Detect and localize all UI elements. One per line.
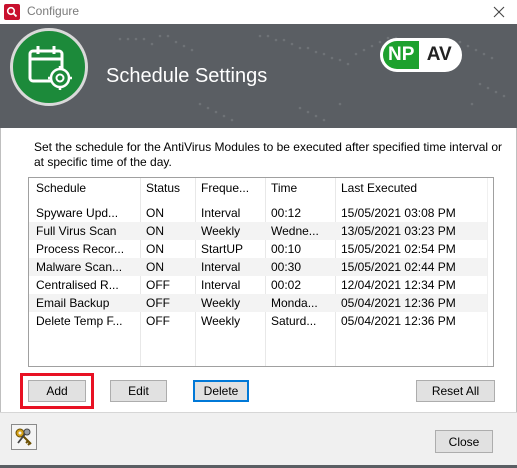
schedule-table[interactable]: Schedule Status Freque... Time Last Exec… [28, 177, 494, 367]
cell-frequency: Interval [201, 206, 241, 220]
reset-all-button[interactable]: Reset All [416, 380, 495, 402]
cell-frequency: Weekly [201, 224, 241, 238]
cell-time: 00:10 [271, 242, 302, 256]
table-row[interactable]: Delete Temp F... OFF Weekly Saturd... 05… [29, 312, 493, 330]
table-row[interactable]: Spyware Upd... ON Interval 00:12 15/05/2… [29, 204, 493, 222]
cell-frequency: Interval [201, 260, 241, 274]
cell-status: ON [146, 242, 164, 256]
cell-last-executed: 12/04/2021 12:34 PM [341, 278, 456, 292]
close-button[interactable]: Close [435, 430, 493, 453]
close-icon [493, 6, 505, 18]
cell-schedule: Email Backup [36, 296, 110, 310]
cell-status: OFF [146, 278, 170, 292]
add-button-highlight [20, 373, 94, 409]
cell-last-executed: 05/04/2021 12:36 PM [341, 296, 456, 310]
table-row[interactable]: Full Virus Scan ON Weekly Wedne... 13/05… [29, 222, 493, 240]
cell-time: 00:02 [271, 278, 302, 292]
column-header-time[interactable]: Time [271, 181, 297, 195]
edit-button[interactable]: Edit [110, 380, 167, 402]
cell-schedule: Centralised R... [36, 278, 119, 292]
cell-time: Saturd... [271, 314, 317, 328]
cell-time: 00:12 [271, 206, 302, 220]
column-header-schedule[interactable]: Schedule [36, 181, 86, 195]
cell-schedule: Spyware Upd... [36, 206, 119, 220]
column-header-last-executed[interactable]: Last Executed [341, 181, 417, 195]
table-scrollbar[interactable] [487, 178, 493, 366]
cell-frequency: Interval [201, 278, 241, 292]
cell-status: ON [146, 260, 164, 274]
cell-time: 00:30 [271, 260, 302, 274]
cell-status: ON [146, 224, 164, 238]
cell-frequency: Weekly [201, 314, 241, 328]
column-header-frequency[interactable]: Freque... [201, 181, 249, 195]
calendar-gear-icon [28, 46, 72, 90]
column-header-status[interactable]: Status [146, 181, 180, 195]
table-row[interactable]: Process Recor... ON StartUP 00:10 15/05/… [29, 240, 493, 258]
delete-button[interactable]: Delete [193, 380, 249, 402]
window-close-button[interactable] [489, 2, 509, 22]
brand-av: AV [419, 41, 459, 69]
cell-status: OFF [146, 314, 170, 328]
cell-frequency: Weekly [201, 296, 241, 310]
cell-last-executed: 13/05/2021 03:23 PM [341, 224, 456, 238]
cell-time: Monda... [271, 296, 318, 310]
cell-last-executed: 05/04/2021 12:36 PM [341, 314, 456, 328]
cell-schedule: Delete Temp F... [36, 314, 123, 328]
cell-schedule: Process Recor... [36, 242, 125, 256]
title-bar: Configure [0, 0, 517, 24]
table-row[interactable]: Email Backup OFF Weekly Monda... 05/04/2… [29, 294, 493, 312]
window-title: Configure [27, 4, 80, 18]
keys-button[interactable] [11, 424, 37, 450]
cell-last-executed: 15/05/2021 03:08 PM [341, 206, 456, 220]
page-title: Schedule Settings [106, 65, 268, 87]
cell-frequency: StartUP [201, 242, 244, 256]
keys-icon [15, 428, 32, 446]
table-row[interactable]: Malware Scan... ON Interval 00:30 15/05/… [29, 258, 493, 276]
cell-last-executed: 15/05/2021 02:44 PM [341, 260, 456, 274]
table-header: Schedule Status Freque... Time Last Exec… [29, 178, 493, 200]
description-text: Set the schedule for the AntiVirus Modul… [34, 140, 503, 169]
cell-last-executed: 15/05/2021 02:54 PM [341, 242, 456, 256]
cell-time: Wedne... [271, 224, 319, 238]
app-icon [4, 4, 20, 20]
cell-status: ON [146, 206, 164, 220]
cell-schedule: Malware Scan... [36, 260, 123, 274]
schedule-logo [10, 28, 88, 106]
cell-schedule: Full Virus Scan [36, 224, 117, 238]
table-row[interactable]: Centralised R... OFF Interval 00:02 12/0… [29, 276, 493, 294]
npav-brand-logo: NP AV [380, 38, 462, 72]
brand-np: NP [383, 41, 420, 69]
cell-status: OFF [146, 296, 170, 310]
